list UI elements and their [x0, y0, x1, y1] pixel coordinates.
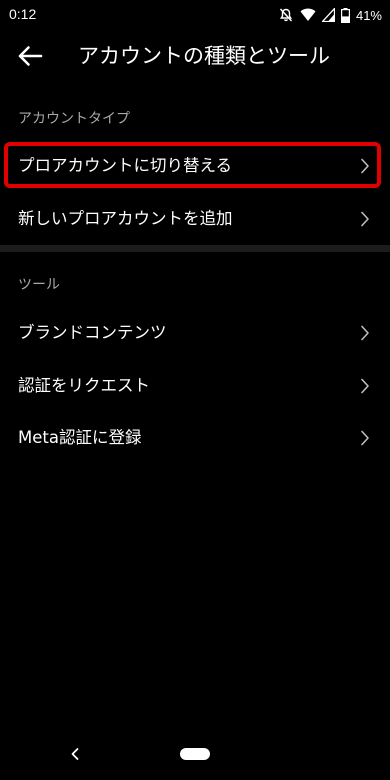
menu-item-label: 新しいプロアカウントを追加 [18, 209, 233, 228]
status-icons: 41% [278, 5, 382, 25]
add-new-pro-account-item[interactable]: 新しいプロアカウントを追加 [0, 193, 390, 245]
chevron-right-icon [360, 430, 370, 446]
nav-back-icon[interactable] [66, 744, 84, 764]
meta-verified-item[interactable]: Meta認証に登録 [0, 412, 390, 464]
home-pill-icon[interactable] [180, 748, 210, 760]
section-divider [0, 245, 390, 252]
battery-icon [340, 7, 350, 23]
status-time: 0:12 [9, 6, 37, 22]
signal-icon [321, 8, 335, 22]
wifi-icon [300, 8, 316, 22]
chevron-right-icon [360, 158, 370, 174]
request-verification-item[interactable]: 認証をリクエスト [0, 360, 390, 412]
chevron-right-icon [360, 378, 370, 394]
chevron-right-icon [360, 211, 370, 227]
section-header-account-type: アカウントタイプ [18, 111, 130, 127]
menu-item-label: ブランドコンテンツ [18, 323, 167, 342]
page-title: アカウントの種類とツール [78, 44, 330, 68]
mute-notifications-icon [278, 7, 294, 23]
arrow-left-icon [17, 45, 43, 71]
status-bar: 0:12 41% [0, 0, 390, 30]
menu-item-label: プロアカウントに切り替える [18, 156, 233, 175]
system-nav-bar [0, 730, 390, 780]
menu-item-label: 認証をリクエスト [18, 376, 150, 395]
menu-item-label: Meta認証に登録 [18, 428, 142, 447]
back-button[interactable] [12, 42, 48, 74]
branded-content-item[interactable]: ブランドコンテンツ [0, 307, 390, 359]
battery-percent: 41% [355, 7, 382, 23]
switch-to-pro-account-item[interactable]: プロアカウントに切り替える [0, 140, 390, 192]
app-bar: アカウントの種類とツール [0, 30, 390, 84]
chevron-right-icon [360, 325, 370, 341]
section-header-tools: ツール [18, 277, 60, 293]
